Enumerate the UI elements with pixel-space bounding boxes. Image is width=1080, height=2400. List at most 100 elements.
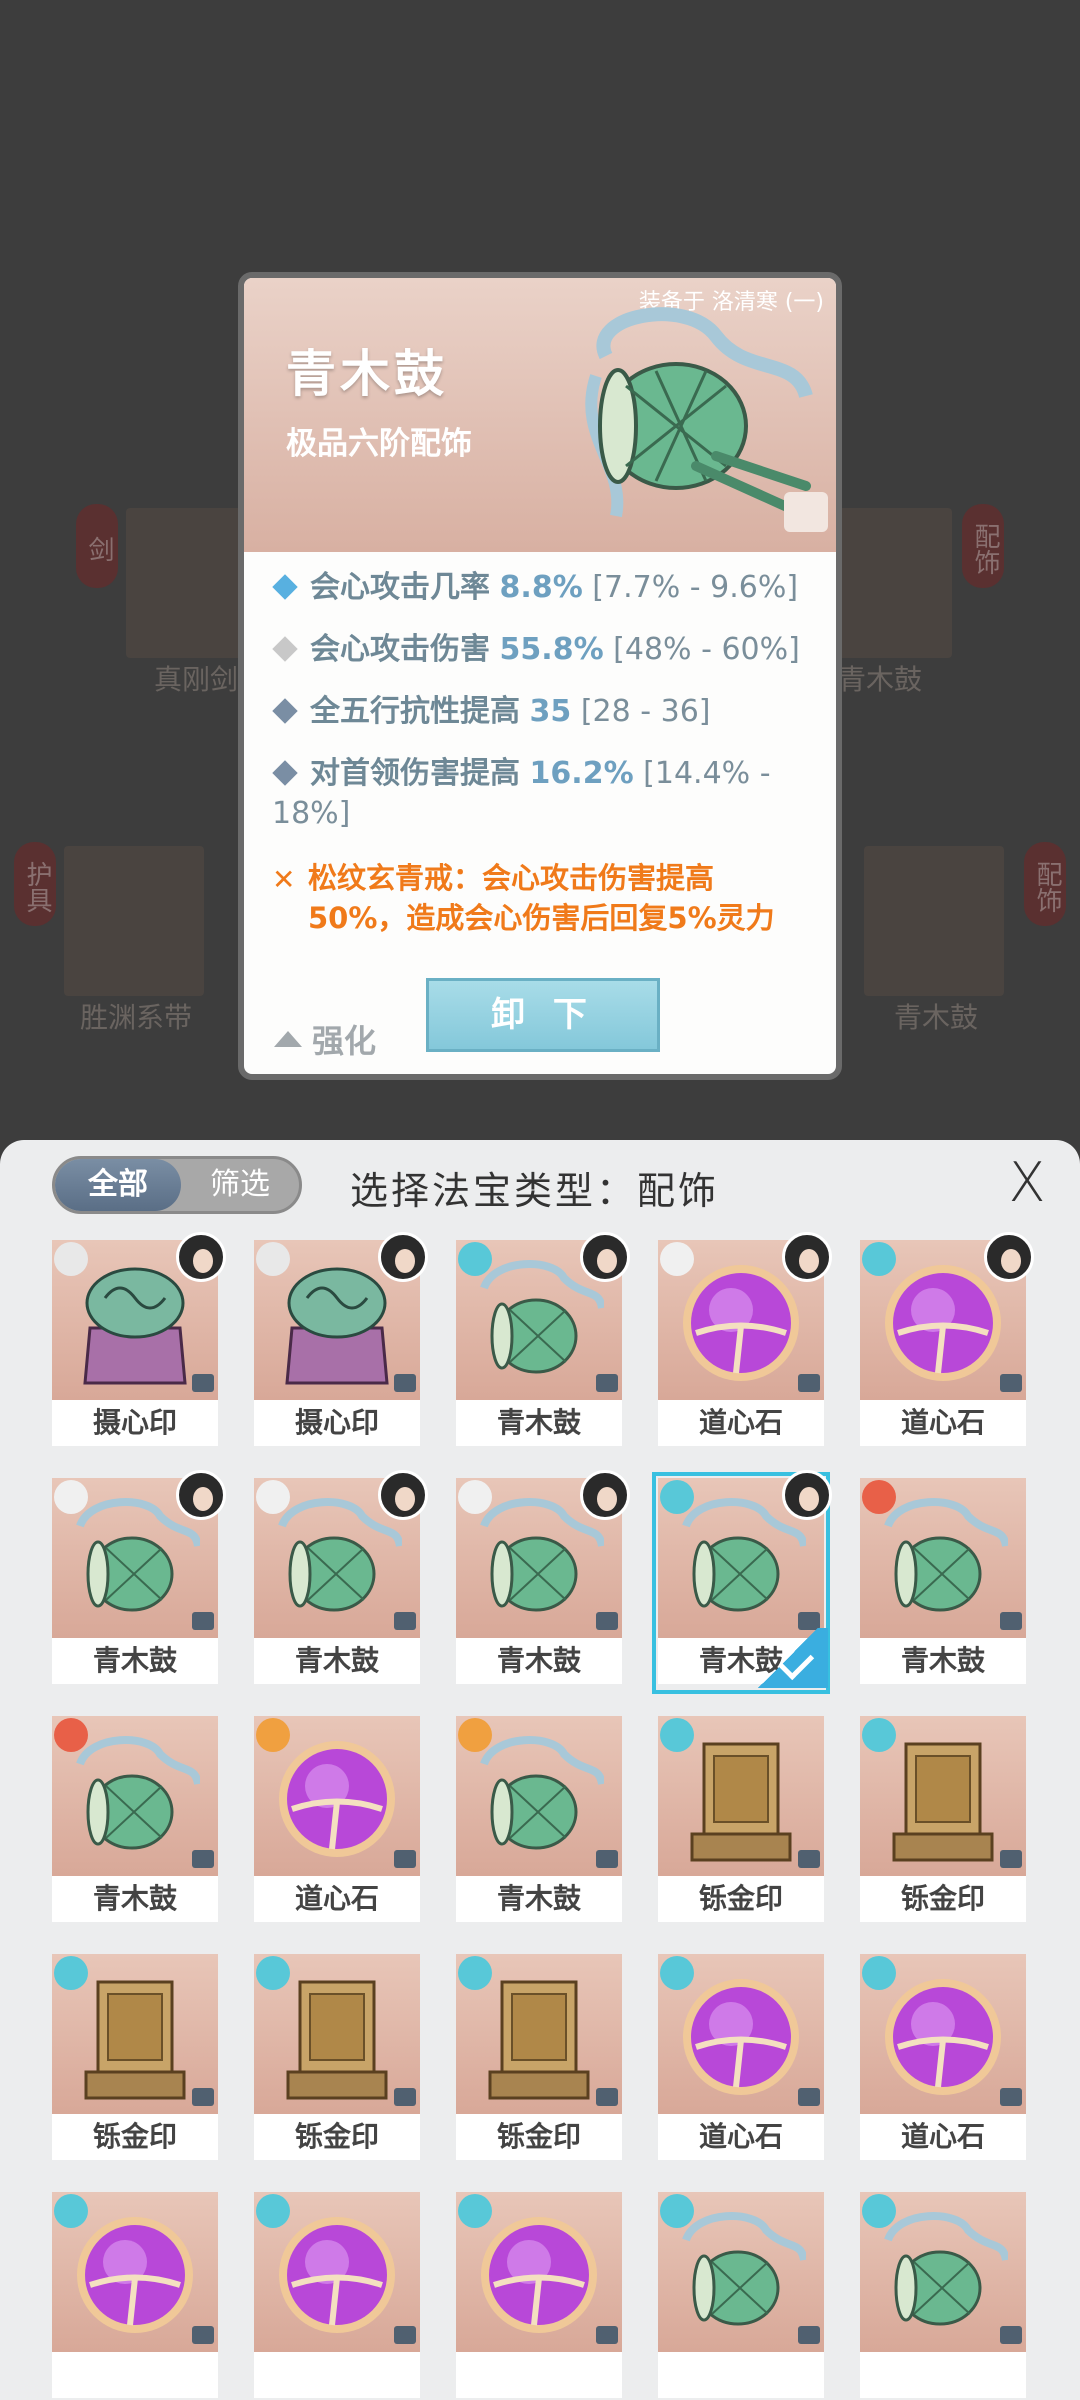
item-card[interactable] [658, 2192, 824, 2400]
lock-icon [596, 2326, 618, 2344]
element-icon [256, 1480, 290, 1514]
item-card-label: 青木鼓 [52, 1638, 218, 1684]
drum-illustration [585, 307, 813, 518]
stat-range: [7.7% - 9.6%] [592, 570, 799, 605]
orb-icon [272, 1734, 402, 1868]
element-icon [660, 1718, 694, 1752]
item-detail-header: 装备于 洛清寒 (一) 青木鼓 极品六阶配饰 [244, 278, 836, 552]
diamond-icon [272, 698, 298, 724]
item-card[interactable]: 铄金印 [860, 1716, 1026, 1926]
item-card[interactable]: 铄金印 [254, 1954, 420, 2164]
item-card-label: 摄心印 [52, 1400, 218, 1446]
item-card-label: 青木鼓 [52, 1876, 218, 1922]
drum-icon [272, 1496, 404, 1630]
item-card[interactable] [52, 2192, 218, 2400]
item-card-label: 道心石 [860, 2114, 1026, 2160]
owner-avatar [378, 1470, 428, 1520]
element-icon [660, 1242, 694, 1276]
item-card[interactable]: 青木鼓 [456, 1470, 630, 1688]
item-card[interactable] [456, 2192, 622, 2400]
strengthen-button[interactable]: 强化 [274, 1016, 376, 1062]
item-card[interactable]: 摄心印 [254, 1232, 428, 1450]
bg-slot [864, 846, 1004, 996]
lock-icon [192, 2088, 214, 2106]
lock-icon [596, 2088, 618, 2106]
item-card[interactable] [860, 2192, 1026, 2400]
owner-avatar [782, 1232, 832, 1282]
unequip-button[interactable]: 卸 下 [426, 978, 660, 1052]
orb-icon [878, 1258, 1008, 1392]
item-card-label: 铄金印 [658, 1876, 824, 1922]
item-card[interactable]: 青木鼓 [456, 1232, 630, 1450]
item-card[interactable]: 铄金印 [52, 1954, 218, 2164]
orb-icon [474, 2210, 604, 2344]
item-card-face [658, 1716, 824, 1876]
element-icon [458, 2194, 492, 2228]
element-icon [54, 2194, 88, 2228]
tab-filter[interactable]: 筛选 [181, 1159, 299, 1211]
lock-icon [798, 1850, 820, 1868]
orb-icon [70, 2210, 200, 2344]
item-card[interactable]: 道心石 [658, 1954, 824, 2164]
drum-icon [676, 2210, 808, 2344]
stat-value: 16.2% [529, 756, 634, 791]
owner-avatar [378, 1232, 428, 1282]
element-icon [256, 1718, 290, 1752]
stat-range: [48% - 60%] [613, 632, 800, 667]
stat-label: 会心攻击伤害 [310, 632, 490, 667]
item-card[interactable]: 青木鼓 [860, 1478, 1026, 1688]
stat-label: 全五行抗性提高 [310, 694, 520, 729]
lock-icon [394, 1612, 416, 1630]
item-card[interactable]: 铄金印 [456, 1954, 622, 2164]
stat-value: 8.8% [499, 570, 583, 605]
element-icon [660, 1480, 694, 1514]
diamond-icon [272, 760, 298, 786]
item-card[interactable]: 道心石 [658, 1232, 832, 1450]
tab-all[interactable]: 全部 [55, 1159, 181, 1211]
lock-icon [192, 1850, 214, 1868]
owner-avatar [580, 1232, 630, 1282]
item-card[interactable]: 摄心印 [52, 1232, 226, 1450]
item-card[interactable] [254, 2192, 420, 2400]
bg-slot-name: 胜渊系带 [79, 1001, 192, 1034]
box-icon [474, 1972, 604, 2106]
item-card-label: 铄金印 [456, 2114, 622, 2160]
drum-icon [878, 2210, 1010, 2344]
item-card-label: 摄心印 [254, 1400, 420, 1446]
element-icon [862, 1480, 896, 1514]
element-icon [256, 2194, 290, 2228]
element-icon [256, 1242, 290, 1276]
item-card[interactable]: 道心石 [860, 1232, 1034, 1450]
item-card-face [860, 1478, 1026, 1638]
owner-avatar [580, 1470, 630, 1520]
close-button[interactable]: X [1002, 1156, 1052, 1210]
element-icon [862, 2194, 896, 2228]
lock-icon[interactable] [784, 492, 828, 532]
stat-range: [28 - 36] [580, 694, 711, 729]
item-card[interactable]: 青木鼓 [52, 1716, 218, 1926]
element-icon [256, 1956, 290, 1990]
seal-icon [272, 1258, 402, 1392]
item-card-label: 道心石 [860, 1400, 1026, 1446]
item-card-label: 青木鼓 [456, 1876, 622, 1922]
item-card[interactable]: 道心石 [254, 1716, 420, 1926]
bg-slot-tag: 配饰 [1024, 842, 1066, 926]
box-icon [878, 1734, 1008, 1868]
stat-row: 对首领伤害提高 16.2% [14.4% - 18%] [272, 754, 832, 834]
item-card[interactable]: 道心石 [860, 1954, 1026, 2164]
lock-icon [1000, 2088, 1022, 2106]
item-card[interactable]: 青木鼓 [254, 1470, 428, 1688]
arrow-up-icon [274, 1031, 302, 1047]
item-card[interactable]: 青木鼓 [652, 1470, 832, 1694]
item-card-label [254, 2352, 420, 2398]
owner-avatar [176, 1470, 226, 1520]
lock-icon [596, 1850, 618, 1868]
item-card-face [860, 1716, 1026, 1876]
item-card[interactable]: 青木鼓 [456, 1716, 622, 1926]
item-card[interactable]: 青木鼓 [52, 1470, 226, 1688]
check-icon [748, 1628, 828, 1688]
item-card-face [254, 2192, 420, 2352]
item-card-face [456, 1716, 622, 1876]
item-card-face [254, 1954, 420, 2114]
item-card[interactable]: 铄金印 [658, 1716, 824, 1926]
